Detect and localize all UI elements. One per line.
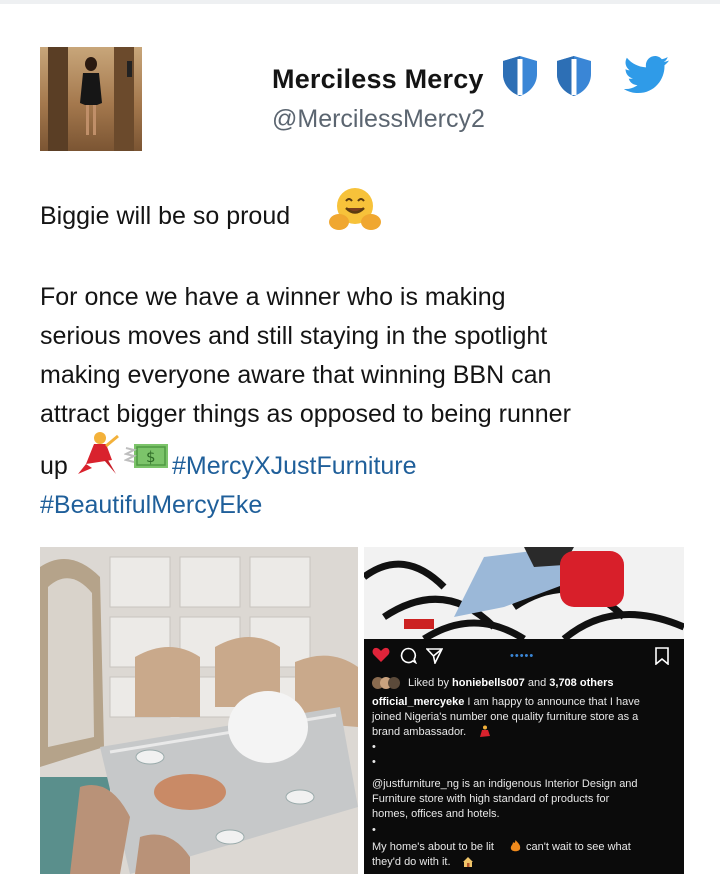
shield-icon [557, 56, 591, 96]
twitter-bird-icon[interactable] [624, 56, 670, 94]
likes-summary: Liked by honiebells007 and 3,708 others [408, 676, 613, 690]
caption-para3-line-1a: My home's about to be lit [372, 841, 494, 853]
media-image-instagram-post[interactable]: ••••• Liked by honiebells007 and 3,708 o… [364, 547, 684, 874]
heart-icon[interactable] [372, 647, 390, 663]
dancer-emoji-icon [78, 432, 119, 474]
woman-on-zebra-couch-photo [364, 547, 684, 639]
caption-para2-line-3: homes, offices and hotels. [372, 808, 500, 820]
caption-line-1: official_mercyeke I am happy to announce… [372, 695, 640, 709]
comment-icon[interactable] [400, 647, 417, 664]
caption-text-1: I am happy to announce that I have [464, 696, 640, 708]
likes-count[interactable]: 3,708 others [549, 677, 613, 689]
hugging-face-emoji-icon [329, 188, 381, 230]
instagram-photo [364, 547, 684, 639]
hashtag-beautifulmercyeke[interactable]: #BeautifulMercyEke [40, 489, 262, 521]
caption-line-3: brand ambassador. [372, 726, 467, 738]
avatar-bg-left [48, 47, 68, 151]
caption-para2-line-2: Furniture store with high standard of pr… [372, 793, 610, 805]
caption-para3-line-2: they'd do with it. [372, 856, 451, 868]
caption-username[interactable]: official_mercyeke [372, 696, 464, 708]
tweet-line-4: making everyone aware that winning BBN c… [40, 361, 552, 389]
profile-avatar[interactable] [40, 47, 142, 151]
svg-text:$: $ [146, 448, 156, 466]
caption-line-2: joined Nigeria's number one quality furn… [372, 711, 639, 723]
caption-bullet-2: • [372, 756, 376, 768]
fire-icon [510, 840, 521, 852]
tweet-line-1: Biggie will be so proud [40, 202, 291, 230]
likes-user[interactable]: honiebells007 [452, 677, 525, 689]
share-icon[interactable] [426, 647, 443, 664]
tweet-line-5: attract bigger things as opposed to bein… [40, 400, 571, 428]
dining-room-photo [40, 547, 358, 874]
likes-mid: and [524, 677, 550, 689]
caption-bullet-1: • [372, 741, 376, 753]
carousel-dots: ••••• [510, 650, 535, 662]
tweet-line-3: serious moves and still staying in the s… [40, 322, 548, 350]
money-with-wings-emoji-icon: $ [124, 444, 168, 468]
hashtag-mercyxjustfurniture[interactable]: #MercyXJustFurniture [172, 450, 417, 482]
user-handle[interactable]: @MercilessMercy2 [272, 105, 485, 134]
likes-prefix: Liked by [408, 677, 453, 689]
tweet-line-2: For once we have a winner who is making [40, 283, 506, 311]
house-icon [463, 857, 473, 867]
liker-avatars [372, 677, 400, 689]
caption-para2-line-1: @justfurniture_ng is an indigenous Inter… [372, 778, 638, 790]
top-divider [0, 0, 720, 4]
shield-icon [503, 56, 537, 96]
tweet-line-6: up [40, 452, 68, 480]
display-name[interactable]: Merciless Mercy [272, 64, 484, 95]
caption-bullet-3: • [372, 824, 376, 836]
bookmark-icon[interactable] [654, 647, 670, 665]
avatar-person [80, 57, 102, 135]
avatar-mark [127, 61, 132, 77]
media-image-dining-room[interactable] [40, 547, 358, 874]
dancer-small-icon [480, 725, 490, 737]
caption-para3-line-1b: can't wait to see what [526, 841, 631, 853]
